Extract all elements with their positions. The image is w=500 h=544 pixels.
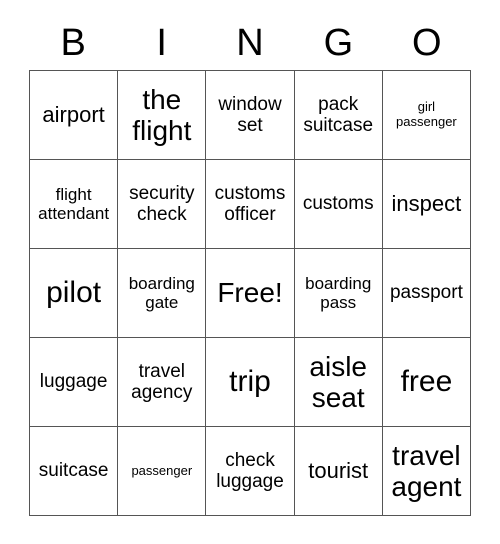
bingo-cell[interactable]: suitcase bbox=[30, 427, 119, 516]
bingo-cell-label: the flight bbox=[132, 83, 192, 146]
bingo-grid: airport the flight window set pack suitc… bbox=[29, 70, 472, 516]
bingo-cell-label: customs officer bbox=[214, 182, 286, 225]
bingo-cell[interactable]: aisle seat bbox=[294, 338, 383, 427]
bingo-cell[interactable]: luggage bbox=[30, 338, 119, 427]
bingo-cell-free[interactable]: Free! bbox=[206, 249, 295, 338]
bingo-cell-label: airport bbox=[42, 101, 105, 127]
bingo-cell[interactable]: tourist bbox=[294, 427, 383, 516]
bingo-cell[interactable]: pilot bbox=[30, 249, 119, 338]
bingo-cell-label: boarding gate bbox=[128, 273, 195, 312]
bingo-cell[interactable]: passenger bbox=[118, 427, 207, 516]
bingo-cell-label: passenger bbox=[131, 462, 193, 478]
bingo-cell-label: boarding pass bbox=[305, 273, 372, 312]
bingo-header-letter-i: I bbox=[156, 22, 167, 64]
bingo-row: airport the flight window set pack suitc… bbox=[30, 71, 472, 160]
bingo-cell[interactable]: check luggage bbox=[206, 427, 295, 516]
bingo-row: flight attendant security check customs … bbox=[30, 160, 472, 249]
bingo-header-letter-g: G bbox=[323, 22, 354, 64]
bingo-row: luggage travel agency trip aisle seat fr… bbox=[30, 338, 472, 427]
bingo-row: pilot boarding gate Free! boarding pass … bbox=[30, 249, 472, 338]
bingo-cell[interactable]: customs officer bbox=[206, 160, 295, 249]
bingo-cell-label: pilot bbox=[46, 276, 102, 310]
bingo-cell-label: customs bbox=[302, 193, 374, 215]
bingo-cell[interactable]: the flight bbox=[118, 71, 207, 160]
bingo-cell[interactable]: passport bbox=[382, 249, 472, 338]
bingo-cell-label: security check bbox=[129, 182, 195, 225]
bingo-cell[interactable]: inspect bbox=[382, 160, 472, 249]
bingo-cell[interactable]: travel agency bbox=[118, 338, 207, 427]
bingo-cell-label: suitcase bbox=[38, 460, 109, 482]
bingo-row: suitcase passenger check luggage tourist… bbox=[30, 427, 472, 516]
bingo-header-letter-b: B bbox=[60, 22, 86, 64]
bingo-cell[interactable]: boarding pass bbox=[294, 249, 383, 338]
bingo-cell-label: window set bbox=[218, 93, 282, 136]
bingo-cell-label: pack suitcase bbox=[303, 93, 374, 136]
bingo-cell-label: inspect bbox=[391, 190, 462, 216]
bingo-cell[interactable]: security check bbox=[118, 160, 207, 249]
bingo-cell-label: tourist bbox=[308, 457, 369, 483]
bingo-cell-label: check luggage bbox=[216, 449, 284, 492]
bingo-cell[interactable]: flight attendant bbox=[30, 160, 119, 249]
bingo-cell[interactable]: trip bbox=[206, 338, 295, 427]
bingo-cell[interactable]: girl passenger bbox=[382, 71, 472, 160]
bingo-cell-label: aisle seat bbox=[309, 350, 367, 413]
bingo-cell-label: Free! bbox=[217, 277, 283, 309]
bingo-header-row: B I N G O bbox=[29, 18, 471, 70]
bingo-cell[interactable]: window set bbox=[206, 71, 295, 160]
bingo-cell-label: free bbox=[400, 365, 453, 399]
bingo-cell[interactable]: boarding gate bbox=[118, 249, 207, 338]
bingo-cell[interactable]: free bbox=[382, 338, 472, 427]
bingo-cell-label: travel agent bbox=[391, 439, 462, 502]
bingo-header-letter-o: O bbox=[412, 22, 442, 64]
bingo-cell[interactable]: airport bbox=[30, 71, 119, 160]
bingo-cell-label: flight attendant bbox=[38, 184, 110, 223]
bingo-cell[interactable]: customs bbox=[294, 160, 383, 249]
bingo-cell-label: travel agency bbox=[131, 360, 193, 403]
bingo-card: B I N G O airport the flight window set … bbox=[29, 18, 472, 516]
bingo-cell[interactable]: travel agent bbox=[382, 427, 472, 516]
bingo-cell-label: luggage bbox=[39, 371, 108, 393]
bingo-cell-label: passport bbox=[389, 282, 463, 304]
bingo-cell-label: trip bbox=[229, 365, 271, 399]
bingo-cell-label: girl passenger bbox=[396, 99, 457, 129]
bingo-cell[interactable]: pack suitcase bbox=[294, 71, 383, 160]
bingo-header-letter-n: N bbox=[236, 22, 264, 64]
